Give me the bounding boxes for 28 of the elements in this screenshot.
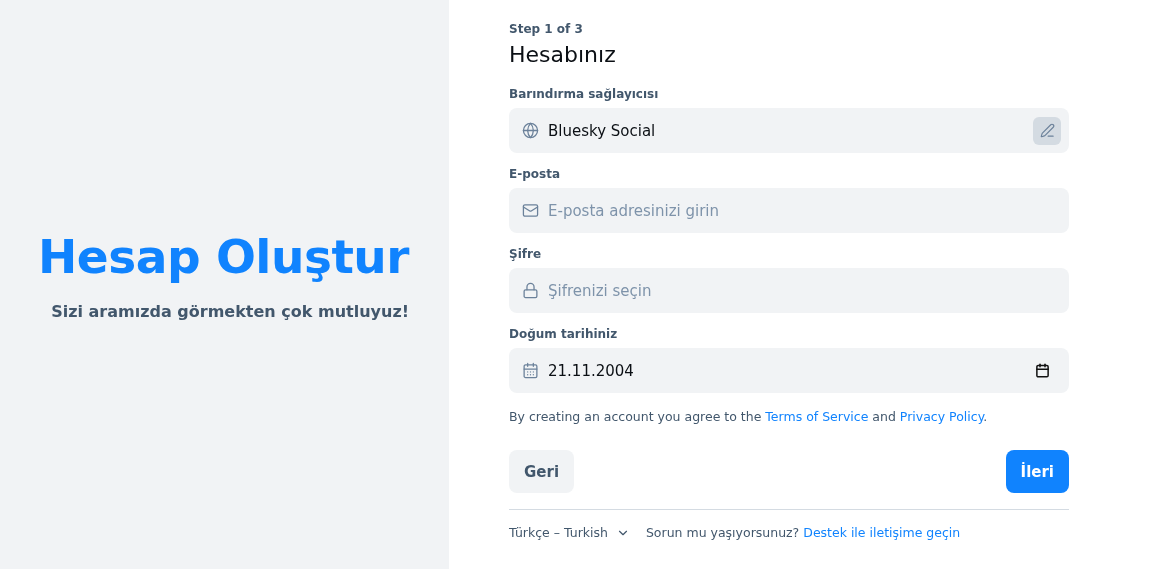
field-label: Doğum tarihiniz <box>509 327 619 341</box>
language-selector[interactable]: Türkçe – Turkish <box>509 525 630 540</box>
edit-button[interactable] <box>1033 116 1061 145</box>
field-label: E-posta <box>509 167 561 181</box>
password-field[interactable]: Şifrenizi seçin <box>509 268 1069 313</box>
password-input[interactable]: Şifrenizi seçin <box>548 281 1061 300</box>
email-field[interactable]: E-posta adresinizi girin <box>509 188 1069 233</box>
back-button[interactable]: Geri <box>509 450 575 493</box>
page-heading: Hesabınız <box>509 42 617 67</box>
field-label: Şifre <box>509 247 543 261</box>
field-label: Barındırma sağlayıcısı <box>509 87 660 101</box>
lock-icon <box>522 282 539 299</box>
next-button[interactable]: İleri <box>1005 450 1069 493</box>
pencil-icon <box>1039 123 1055 138</box>
help-text: Sorun mu yaşıyorsunuz? <box>645 525 800 540</box>
email-input[interactable]: E-posta adresinizi girin <box>548 201 1061 220</box>
mail-icon <box>522 202 539 219</box>
hero-subtitle: Sizi aramızda görmekten çok mutluyuz! <box>51 301 409 321</box>
terms-link[interactable]: Terms of Service <box>765 409 869 424</box>
hero-title: Hesap Oluştur <box>38 228 409 284</box>
calendar-picker-icon[interactable] <box>1035 363 1050 378</box>
calendar-icon <box>522 362 539 379</box>
globe-icon <box>522 122 539 139</box>
step-indicator: Step 1 of 3 <box>509 22 584 36</box>
date-field[interactable]: 21.11.2004 <box>509 348 1069 393</box>
support-link[interactable]: Destek ile iletişime geçin <box>803 525 961 540</box>
provider-field[interactable]: Bluesky Social <box>509 108 1069 153</box>
terms-text: By creating an account you agree to the Terms of Service and Privacy Policy. <box>509 409 989 424</box>
